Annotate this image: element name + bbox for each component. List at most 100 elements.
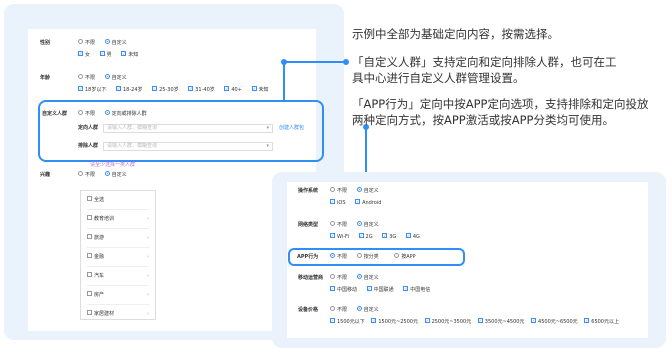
os-label: 操作系统 bbox=[298, 188, 319, 194]
price-tier-2-checkbox[interactable]: ✓ 1500元~2500元 bbox=[371, 318, 418, 325]
description-line-3a: 「APP行为」定向中按APP定向选项，支持排除和定向投放 bbox=[352, 97, 649, 111]
gender-female-checkbox[interactable]: ✓ 女 bbox=[78, 51, 90, 58]
gender-label: 性别 bbox=[40, 40, 51, 46]
connector-line-crowd bbox=[283, 62, 285, 102]
target-crowd-label: 定向人群 bbox=[78, 125, 99, 131]
carrier-custom-radio[interactable]: 自定义 bbox=[356, 274, 379, 281]
carrier-radio-group: 不限 自定义 bbox=[330, 274, 387, 282]
network-unlimited-radio[interactable]: 不限 bbox=[330, 221, 347, 228]
price-checkboxes: ✓ 1500元以下 ✓ 1500元~2500元 ✓ 2500元~3500元 ✓ 3500… bbox=[330, 318, 619, 326]
chevron-right-icon: › bbox=[147, 273, 149, 279]
network-radio-group: 不限 自定义 bbox=[330, 221, 387, 229]
connector-line-crowd-horizontal bbox=[283, 61, 345, 63]
age-40plus-checkbox[interactable]: ✓ 40+ bbox=[224, 86, 242, 93]
age-unlimited-radio[interactable]: 不限 bbox=[78, 74, 95, 81]
list-item[interactable]: 旅游 › bbox=[87, 229, 149, 248]
list-item[interactable]: 家居建材 › bbox=[87, 305, 149, 324]
interest-custom-radio[interactable]: 自定义 bbox=[104, 171, 127, 178]
carrier-unicom-checkbox[interactable]: ✓ 中国联通 bbox=[366, 286, 394, 293]
create-crowd-link[interactable]: 创建人群包 bbox=[279, 125, 304, 132]
list-item[interactable]: 教育培训 › bbox=[87, 210, 149, 229]
target-crowd-placeholder: 请输入人群、模糊查询 bbox=[107, 125, 158, 131]
gender-checkboxes: ✓ 女 ✓ 男 ✓ 未知 bbox=[78, 51, 146, 59]
price-custom-radio[interactable]: 自定义 bbox=[356, 306, 379, 313]
chevron-down-icon: ▾ bbox=[266, 125, 269, 131]
network-4g-checkbox[interactable]: ✓ 4G bbox=[405, 233, 420, 240]
interest-radio-group: 不限 自定义 bbox=[78, 171, 135, 179]
chevron-right-icon: › bbox=[147, 311, 149, 317]
price-tier-5-checkbox[interactable]: ✓ 4500元~6500元 bbox=[531, 318, 578, 325]
description-line-2b: 具中心进行自定义人群管理设置。 bbox=[352, 71, 525, 85]
app-behavior-radio-group: 不限 按分类 按APP bbox=[330, 253, 424, 261]
age-checkboxes: ✓ 18岁以下 ✓ 18-24岁 ✓ 25-30岁 ✓ 31-40岁 ✓ 40+ ✓ 未知 bbox=[78, 86, 277, 94]
list-item[interactable]: 汽车 › bbox=[87, 267, 149, 286]
interest-category-list: 全选 教育培训 › 旅游 › 金融 › 汽车 › 房产 › 家居建材 › bbox=[80, 190, 156, 320]
connector-dot bbox=[281, 59, 287, 65]
age-31-40-checkbox[interactable]: ✓ 31-40岁 bbox=[188, 86, 215, 93]
gender-unlimited-radio[interactable]: 不限 bbox=[78, 39, 95, 46]
custom-crowd-radio-group: 不限 定向或排除人群 bbox=[78, 110, 155, 118]
price-tier-6-checkbox[interactable]: ✓ 6500元以上 bbox=[584, 318, 619, 325]
chevron-right-icon: › bbox=[147, 254, 149, 260]
age-25-30-checkbox[interactable]: ✓ 25-30岁 bbox=[152, 86, 179, 93]
network-3g-checkbox[interactable]: ✓ 3G bbox=[382, 233, 396, 240]
gender-male-checkbox[interactable]: ✓ 男 bbox=[99, 51, 112, 58]
app-by-category-radio[interactable]: 按分类 bbox=[356, 253, 379, 260]
os-radio-group: 不限 自定义 bbox=[330, 187, 387, 195]
target-crowd-input[interactable]: 请输入人群、模糊查询 ▾ bbox=[103, 124, 273, 133]
price-label: 设备价格 bbox=[298, 307, 319, 313]
app-behavior-label: APP行为 bbox=[297, 254, 319, 260]
description-line-2a: 「自定义人群」支持定向和定向排除人群，也可在工 bbox=[352, 55, 617, 69]
price-unlimited-radio[interactable]: 不限 bbox=[330, 306, 347, 313]
interest-label: 兴趣 bbox=[40, 172, 51, 178]
app-by-app-radio[interactable]: 按APP bbox=[394, 253, 416, 260]
carrier-telecom-checkbox[interactable]: ✓ 中国电信 bbox=[403, 286, 430, 293]
os-checkboxes: ✓ iOS ✓ Android bbox=[330, 199, 389, 207]
price-tier-4-checkbox[interactable]: ✓ 3500元~4500元 bbox=[477, 318, 524, 325]
age-18-24-checkbox[interactable]: ✓ 18-24岁 bbox=[115, 86, 143, 93]
price-tier-1-checkbox[interactable]: ✓ 1500元以下 bbox=[330, 318, 365, 325]
age-radio-group: 不限 自定义 bbox=[78, 74, 135, 82]
exclude-crowd-input[interactable]: 请输入人群、模糊查询 ▾ bbox=[103, 142, 273, 151]
price-radio-group: 不限 自定义 bbox=[330, 306, 387, 314]
age-under18-checkbox[interactable]: ✓ 18岁以下 bbox=[78, 86, 106, 93]
carrier-checkboxes: ✓ 中国移动 ✓ 中国联通 ✓ 中国电信 bbox=[330, 286, 438, 294]
carrier-unlimited-radio[interactable]: 不限 bbox=[330, 274, 347, 281]
app-unlimited-radio[interactable]: 不限 bbox=[330, 253, 347, 260]
os-android-checkbox[interactable]: ✓ Android bbox=[355, 199, 381, 206]
chevron-right-icon: › bbox=[147, 216, 149, 222]
custom-crowd-unlimited-radio[interactable]: 不限 bbox=[78, 110, 95, 117]
carrier-label: 移动运营商 bbox=[298, 275, 324, 281]
os-custom-radio[interactable]: 自定义 bbox=[356, 187, 379, 194]
custom-crowd-hint: 请至少选择一类人群 bbox=[90, 162, 136, 168]
gender-unknown-checkbox[interactable]: ✓ 未知 bbox=[121, 51, 138, 58]
network-checkboxes: ✓ Wi-Fi ✓ 2G ✓ 3G ✓ 4G bbox=[330, 233, 428, 241]
connector-dot bbox=[343, 59, 349, 65]
network-wifi-checkbox[interactable]: ✓ Wi-Fi bbox=[330, 233, 349, 240]
carrier-mobile-checkbox[interactable]: ✓ 中国移动 bbox=[330, 286, 357, 293]
list-item[interactable]: 房产 › bbox=[87, 286, 149, 305]
age-unknown-checkbox[interactable]: ✓ 未知 bbox=[251, 86, 269, 93]
gender-custom-radio[interactable]: 自定义 bbox=[104, 39, 127, 46]
os-ios-checkbox[interactable]: ✓ iOS bbox=[330, 199, 346, 206]
chevron-down-icon: ▾ bbox=[266, 143, 269, 149]
description-line-3b: 两种定向方式，按APP激活或按APP分类均可使用。 bbox=[352, 113, 614, 127]
exclude-crowd-label: 排除人群 bbox=[78, 143, 99, 149]
list-item[interactable]: 金融 › bbox=[87, 248, 149, 267]
price-tier-3-checkbox[interactable]: ✓ 2500元~3500元 bbox=[424, 318, 471, 325]
description-line-1: 示例中全部为基础定向内容，按需选择。 bbox=[352, 27, 559, 41]
custom-crowd-target-radio[interactable]: 定向或排除人群 bbox=[104, 110, 147, 117]
network-label: 网络类型 bbox=[298, 222, 319, 228]
chevron-right-icon: › bbox=[147, 292, 149, 298]
os-unlimited-radio[interactable]: 不限 bbox=[330, 187, 347, 194]
network-custom-radio[interactable]: 自定义 bbox=[356, 221, 379, 228]
chevron-right-icon: › bbox=[147, 235, 149, 241]
list-item[interactable]: 全选 bbox=[87, 191, 149, 210]
custom-crowd-label: 自定义人群 bbox=[42, 111, 68, 117]
interest-unlimited-radio[interactable]: 不限 bbox=[78, 171, 95, 178]
exclude-crowd-placeholder: 请输入人群、模糊查询 bbox=[107, 143, 158, 149]
age-label: 年龄 bbox=[40, 75, 51, 81]
age-custom-radio[interactable]: 自定义 bbox=[104, 74, 127, 81]
network-2g-checkbox[interactable]: ✓ 2G bbox=[358, 233, 373, 240]
gender-radio-group: 不限 自定义 bbox=[78, 39, 135, 47]
